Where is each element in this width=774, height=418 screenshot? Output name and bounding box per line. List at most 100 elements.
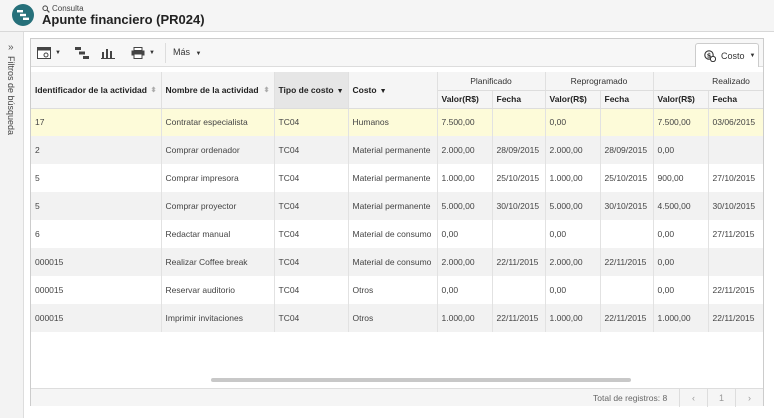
cell-cost-type: TC04: [274, 220, 349, 248]
cell-planned-value: 5.000,00: [437, 192, 493, 220]
chevron-down-icon: ▼: [195, 51, 202, 57]
hierarchy-button[interactable]: [75, 45, 89, 61]
app-logo-icon: [12, 4, 34, 26]
cell-cost-type: TC04: [274, 304, 349, 332]
cell-actual-date: 03/06/2015: [708, 108, 763, 136]
cell-actual-date: 27/11/2015: [708, 220, 763, 248]
print-button[interactable]: ▼: [131, 45, 155, 61]
col-header-actual-value[interactable]: Valor(R$): [653, 90, 709, 109]
table-row[interactable]: 000015 Imprimir invitaciones TC04 Otros …: [31, 304, 763, 332]
chevron-down-icon[interactable]: ▼: [149, 50, 155, 56]
col-header-cost-type[interactable]: Tipo de costo ▼: [274, 72, 349, 109]
group-header-planned: Planificado: [437, 72, 546, 91]
cell-planned-date: 25/10/2015: [492, 164, 546, 192]
cell-planned-value: 0,00: [437, 220, 493, 248]
table-row[interactable]: 6 Redactar manual TC04 Material de consu…: [31, 220, 763, 248]
cell-planned-date: 28/09/2015: [492, 136, 546, 164]
sort-desc-icon[interactable]: ▼: [380, 88, 387, 95]
cell-activity-id: 5: [31, 192, 162, 220]
more-label: Más: [173, 47, 191, 57]
cell-cost-type: TC04: [274, 276, 349, 304]
cell-rescheduled-date: 22/11/2015: [600, 248, 654, 276]
cell-rescheduled-value: 0,00: [545, 108, 601, 136]
cell-planned-date: [492, 276, 546, 304]
search-filters-panel[interactable]: » Filtros de búsqueda: [0, 32, 24, 418]
prev-page-button[interactable]: ‹: [679, 389, 707, 407]
grid-footer: Total de registros: 8 ‹ 1 ›: [31, 388, 763, 407]
cell-activity-name: Comprar ordenador: [161, 136, 275, 164]
table-row[interactable]: 5 Comprar proyector TC04 Material perman…: [31, 192, 763, 220]
cell-actual-value: 1.000,00: [653, 304, 709, 332]
cell-rescheduled-value: 1.000,00: [545, 304, 601, 332]
cell-rescheduled-date: [600, 220, 654, 248]
cell-activity-name: Comprar impresora: [161, 164, 275, 192]
cell-activity-id: 000015: [31, 304, 162, 332]
col-header-cost[interactable]: Costo ▼: [348, 72, 438, 109]
cell-cost: Material permanente: [348, 164, 438, 192]
cell-actual-date: [708, 136, 763, 164]
chevron-down-icon[interactable]: ▼: [55, 50, 61, 56]
cell-activity-name: Reservar auditorio: [161, 276, 275, 304]
cell-cost-type: TC04: [274, 164, 349, 192]
cell-activity-name: Realizar Coffee break: [161, 248, 275, 276]
cell-actual-value: 900,00: [653, 164, 709, 192]
col-header-actual-date[interactable]: Fecha: [708, 90, 763, 109]
col-header-rescheduled-value[interactable]: Valor(R$): [545, 90, 601, 109]
col-header-planned-value[interactable]: Valor(R$): [437, 90, 493, 109]
cell-cost: Material de consumo: [348, 248, 438, 276]
cell-actual-value: 0,00: [653, 136, 709, 164]
current-page[interactable]: 1: [707, 389, 735, 407]
cell-activity-name: Comprar proyector: [161, 192, 275, 220]
cell-rescheduled-value: 2.000,00: [545, 248, 601, 276]
cell-actual-date: 27/10/2015: [708, 164, 763, 192]
cell-actual-date: 22/11/2015: [708, 276, 763, 304]
group-header-rescheduled: Reprogramado: [545, 72, 654, 91]
cell-cost: Material permanente: [348, 136, 438, 164]
cell-activity-id: 000015: [31, 248, 162, 276]
table-row[interactable]: 5 Comprar impresora TC04 Material perman…: [31, 164, 763, 192]
col-header-activity-id[interactable]: Identificador de la actividad ⬍: [31, 72, 162, 109]
cell-activity-name: Redactar manual: [161, 220, 275, 248]
cell-cost-type: TC04: [274, 248, 349, 276]
search-filters-label[interactable]: Filtros de búsqueda: [6, 56, 16, 135]
table-row[interactable]: 17 Contratar especialista TC04 Humanos 7…: [31, 108, 763, 136]
cell-planned-value: 1.000,00: [437, 304, 493, 332]
table-row[interactable]: 000015 Reservar auditorio TC04 Otros 0,0…: [31, 276, 763, 304]
view-button[interactable]: ▼: [37, 45, 61, 61]
cell-rescheduled-value: 0,00: [545, 276, 601, 304]
sort-icon[interactable]: ⬍: [264, 86, 270, 94]
data-grid[interactable]: Identificador de la actividad ⬍ Nombre de…: [31, 72, 763, 388]
cell-activity-name: Contratar especialista: [161, 108, 275, 136]
cell-actual-value: 0,00: [653, 276, 709, 304]
sort-icon[interactable]: ⬍: [151, 86, 157, 94]
table-row[interactable]: 2 Comprar ordenador TC04 Material perman…: [31, 136, 763, 164]
cell-rescheduled-date: 25/10/2015: [600, 164, 654, 192]
more-button[interactable]: Más ▼: [173, 47, 201, 57]
col-header-rescheduled-date[interactable]: Fecha: [600, 90, 654, 109]
cell-actual-value: 4.500,00: [653, 192, 709, 220]
cost-tab[interactable]: $ Costo ▼: [695, 43, 759, 67]
cell-activity-id: 000015: [31, 276, 162, 304]
cell-activity-id: 6: [31, 220, 162, 248]
chart-button[interactable]: [101, 45, 115, 61]
table-row[interactable]: 000015 Realizar Coffee break TC04 Materi…: [31, 248, 763, 276]
cell-cost: Otros: [348, 304, 438, 332]
chevron-down-icon: ▼: [749, 52, 756, 59]
double-chevron-right-icon[interactable]: »: [8, 42, 14, 53]
col-header-planned-date[interactable]: Fecha: [492, 90, 546, 109]
col-header-activity-name[interactable]: Nombre de la actividad ⬍: [161, 72, 275, 109]
cell-cost-type: TC04: [274, 108, 349, 136]
group-header-actual: Realizado: [653, 72, 763, 91]
horizontal-scrollbar[interactable]: [211, 378, 631, 382]
cell-planned-value: 1.000,00: [437, 164, 493, 192]
cell-cost: Otros: [348, 276, 438, 304]
next-page-button[interactable]: ›: [735, 389, 763, 407]
cell-actual-value: 7.500,00: [653, 108, 709, 136]
cell-planned-date: [492, 220, 546, 248]
toolbar: ▼ ▼ Más ▼ $ Costo ▼: [31, 39, 763, 67]
cell-cost: Humanos: [348, 108, 438, 136]
sort-desc-icon[interactable]: ▼: [337, 88, 344, 95]
cell-actual-date: 30/10/2015: [708, 192, 763, 220]
cell-planned-value: 2.000,00: [437, 248, 493, 276]
cell-cost-type: TC04: [274, 136, 349, 164]
